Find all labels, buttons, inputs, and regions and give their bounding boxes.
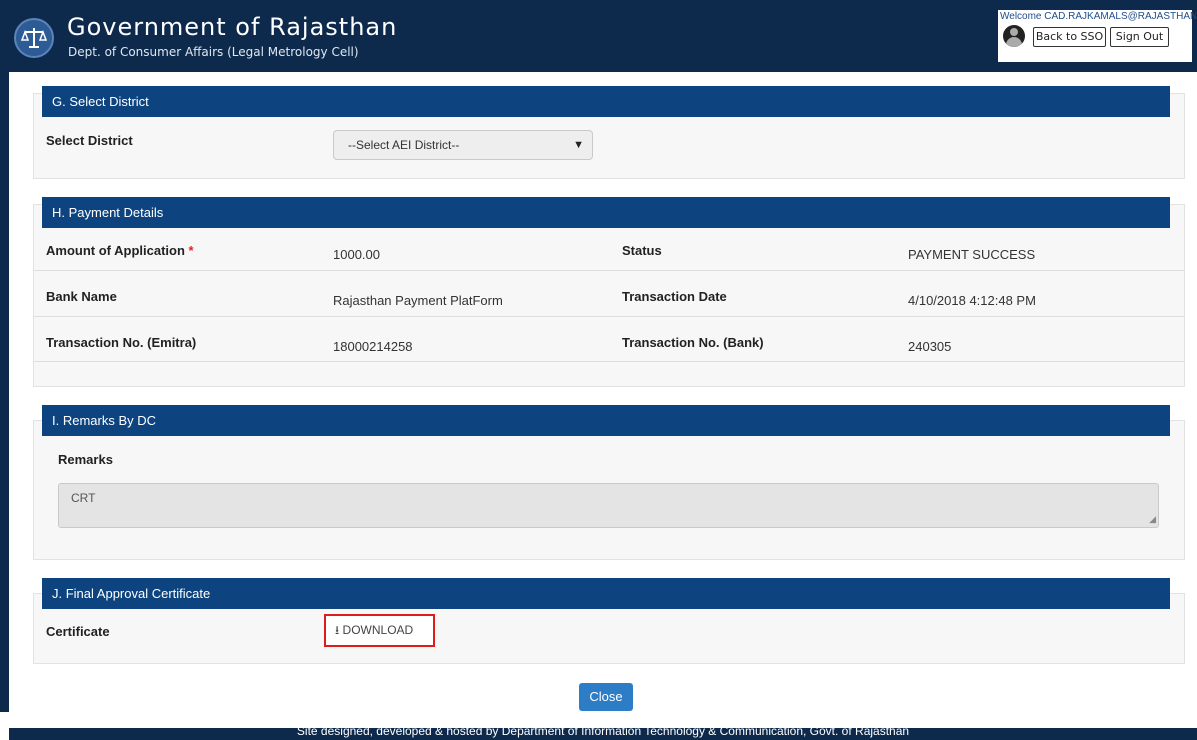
remarks-label: Remarks xyxy=(58,452,113,467)
footer-text: Site designed, developed & hosted by Dep… xyxy=(296,728,910,738)
district-select-value: --Select AEI District-- xyxy=(348,138,460,152)
page-footer: Site designed, developed & hosted by Dep… xyxy=(9,728,1197,740)
transaction-bank-value: 240305 xyxy=(908,339,952,354)
remarks-textarea[interactable]: CRT ◢ xyxy=(58,483,1159,528)
select-district-label: Select District xyxy=(46,133,133,148)
site-subtitle: Dept. of Consumer Affairs (Legal Metrolo… xyxy=(68,45,359,59)
left-border xyxy=(0,72,9,712)
transaction-date-label: Transaction Date xyxy=(622,289,727,304)
transaction-bank-label: Transaction No. (Bank) xyxy=(622,335,764,350)
sign-out-button[interactable]: Sign Out xyxy=(1110,27,1169,47)
chevron-down-icon: ▼ xyxy=(573,139,584,151)
download-icon: ⭳ xyxy=(335,623,340,637)
transaction-emitra-value: 18000214258 xyxy=(333,339,413,354)
section-j-heading: J. Final Approval Certificate xyxy=(42,578,1170,609)
section-g-heading: G. Select District xyxy=(42,86,1170,117)
transaction-date-value: 4/10/2018 4:12:48 PM xyxy=(908,293,1036,308)
download-button[interactable]: ⭳ DOWNLOAD xyxy=(324,614,435,647)
download-label: DOWNLOAD xyxy=(342,623,414,637)
row-divider xyxy=(34,270,1184,271)
section-i-heading: I. Remarks By DC xyxy=(42,405,1170,436)
section-h-heading: H. Payment Details xyxy=(42,197,1170,228)
back-to-sso-button[interactable]: Back to SSO xyxy=(1033,27,1106,47)
bank-name-value: Rajasthan Payment PlatForm xyxy=(333,293,503,308)
certificate-label: Certificate xyxy=(46,624,110,639)
status-label: Status xyxy=(622,243,662,258)
transaction-emitra-label: Transaction No. (Emitra) xyxy=(46,335,197,350)
amount-value: 1000.00 xyxy=(333,247,380,262)
bank-name-label: Bank Name xyxy=(46,289,117,304)
row-divider xyxy=(34,316,1184,317)
welcome-text: Welcome CAD.RAJKAMALS@RAJASTHAN... xyxy=(1000,11,1196,22)
row-divider xyxy=(34,361,1184,362)
amount-label: Amount of Application * xyxy=(46,243,194,258)
remarks-value: CRT xyxy=(71,491,96,505)
scales-emblem-icon xyxy=(14,18,54,58)
resize-handle-icon[interactable]: ◢ xyxy=(1149,514,1156,525)
district-select[interactable]: --Select AEI District-- ▼ xyxy=(333,130,593,160)
required-marker: * xyxy=(188,243,194,258)
close-button[interactable]: Close xyxy=(579,683,633,711)
status-value: PAYMENT SUCCESS xyxy=(908,247,1036,262)
site-title: Government of Rajasthan xyxy=(67,13,398,41)
user-avatar-icon xyxy=(1003,25,1025,47)
